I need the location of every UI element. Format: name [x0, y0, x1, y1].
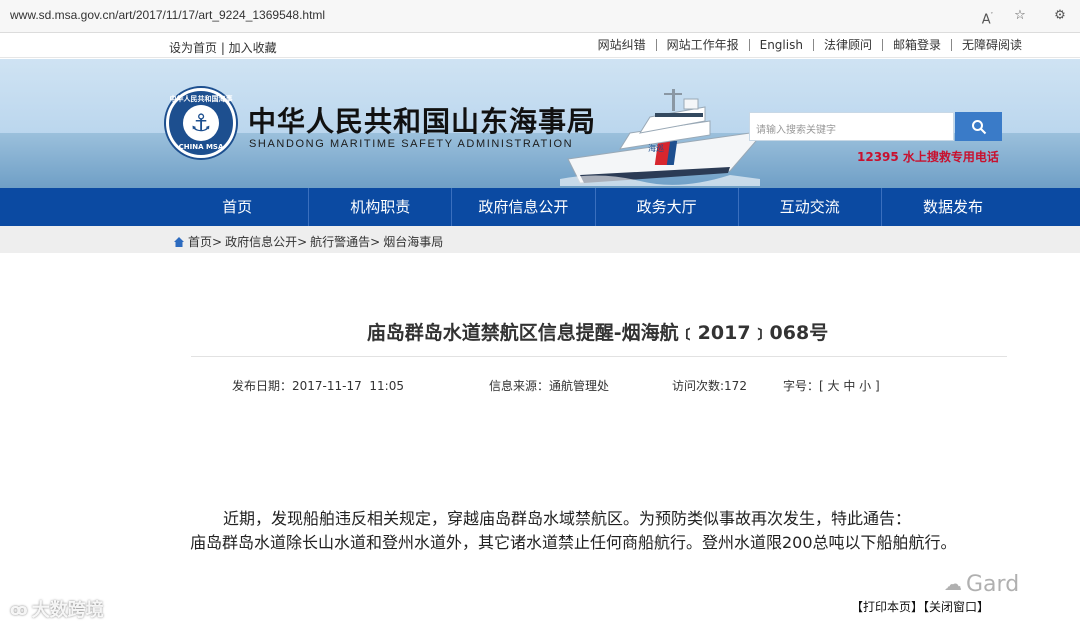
info-source: 信息来源：通航管理处 [489, 377, 609, 394]
breadcrumb-yantai-msa[interactable]: 烟台海事局 [383, 233, 443, 250]
browser-address-bar: www.sd.msa.gov.cn/art/2017/11/17/art_922… [0, 0, 1080, 33]
util-link-legal-advisor[interactable]: 法律顾问 [814, 39, 883, 51]
nav-item-service-hall[interactable]: 政务大厅 [596, 188, 739, 226]
read-aloud-icon[interactable]: Aﾞ [978, 6, 998, 27]
settings-icon[interactable]: ⚙ [1050, 6, 1070, 26]
watermark-right: ☁ Gard [944, 572, 1019, 597]
site-banner: 中华人民共和国海事局 ⚓ CHINA MSA 中华人民共和国山东海事局 SHAN… [0, 59, 1080, 188]
visit-count-label: 访问次数: [672, 379, 725, 393]
font-size-switch: 字号：[ 大 中 小 ] [783, 377, 880, 394]
patrol-ship-image: 海巡 [560, 89, 760, 186]
watermark-right-text: Gard [966, 572, 1020, 597]
breadcrumb-notices[interactable]: 航行警通告> [310, 233, 380, 250]
publish-date: 发布日期：2017-11-17 11:05 [232, 377, 404, 394]
breadcrumb-home[interactable]: 首页> [188, 233, 222, 250]
ship-name: 海巡 [648, 143, 664, 153]
nav-item-gov-info[interactable]: 政府信息公开 [452, 188, 596, 226]
msa-logo[interactable]: 中华人民共和国海事局 ⚓ CHINA MSA [166, 88, 236, 158]
article-paragraph: 庙岛群岛水道除长山水道和登州水道外，其它诸水道禁止任何商船航行。登州水道限200… [190, 533, 957, 552]
breadcrumb: 首页> 政府信息公开> 航行警通告> 烟台海事局 [173, 233, 443, 250]
publish-date-label: 发布日期： [232, 379, 293, 393]
watermark-logo-icon: ꝏ [10, 599, 28, 619]
breadcrumb-bar: 首页> 政府信息公开> 航行警通告> 烟台海事局 [0, 226, 1080, 253]
info-source-value: 通航管理处 [549, 379, 610, 393]
address-url[interactable]: www.sd.msa.gov.cn/art/2017/11/17/art_922… [10, 8, 325, 22]
visit-count: 访问次数:172 [672, 377, 747, 394]
hotline-text: 12395 水上搜救专用电话 [857, 150, 999, 164]
set-homepage-favorites-links[interactable]: 设为首页 | 加入收藏 [169, 39, 277, 56]
wechat-icon: ☁ [944, 574, 962, 595]
main-navigation: 首页 机构职责 政府信息公开 政务大厅 互动交流 数据发布 [0, 188, 1080, 226]
search-button[interactable] [955, 112, 1002, 141]
breadcrumb-gov-info[interactable]: 政府信息公开> [225, 233, 307, 250]
font-size-label: 字号： [783, 379, 820, 393]
util-link-mail-login[interactable]: 邮箱登录 [883, 39, 952, 51]
article-actions: 【打印本页】【关闭窗口】 [851, 598, 989, 615]
article-paragraph: 近期，发现船舶违反相关规定，穿越庙岛群岛水域禁航区。为预防类似事故再次发生，特此… [223, 509, 912, 528]
logo-text-bottom: CHINA MSA [178, 143, 224, 151]
nav-item-interaction[interactable]: 互动交流 [739, 188, 882, 226]
utility-links: 网站纠错 网站工作年报 English 法律顾问 邮箱登录 无障碍阅读 [588, 39, 1022, 51]
font-size-options[interactable]: [ 大 中 小 ] [819, 379, 880, 393]
home-icon [174, 236, 184, 247]
watermark-left-text: 大数跨境 [31, 600, 104, 621]
util-link-annual-report[interactable]: 网站工作年报 [657, 39, 750, 51]
print-page-link[interactable]: 【打印本页】 [851, 600, 923, 614]
util-link-error-report[interactable]: 网站纠错 [588, 39, 657, 51]
search-input[interactable]: 请输入搜索关键字 [749, 112, 954, 141]
site-title-cn: 中华人民共和国山东海事局 [248, 105, 597, 138]
nav-item-organization[interactable]: 机构职责 [309, 188, 453, 226]
site-title-en: SHANDONG MARITIME SAFETY ADMINISTRATION [249, 138, 574, 150]
article-body: 近期，发现船舶违反相关规定，穿越庙岛群岛水域禁航区。为预防类似事故再次发生，特此… [190, 507, 1005, 555]
article-title: 庙岛群岛水道禁航区信息提醒-烟海航﹝2017﹞068号 [366, 322, 829, 344]
util-link-english[interactable]: English [750, 39, 814, 51]
nav-item-home[interactable]: 首页 [166, 188, 310, 226]
publish-date-value: 2017-11-17 11:05 [292, 379, 404, 393]
nav-item-data-release[interactable]: 数据发布 [882, 188, 1024, 226]
close-window-link[interactable]: 【关闭窗口】 [923, 600, 989, 614]
visit-count-value: 172 [724, 379, 747, 393]
info-source-label: 信息来源： [489, 379, 550, 393]
util-link-accessibility[interactable]: 无障碍阅读 [952, 39, 1022, 51]
search-icon [971, 119, 986, 134]
anchor-icon: ⚓ [183, 105, 219, 141]
utility-bar: 设为首页 | 加入收藏 网站纠错 网站工作年报 English 法律顾问 邮箱登… [0, 34, 1080, 58]
title-divider [191, 356, 1007, 357]
watermark-left: ꝏ 大数跨境 [10, 596, 104, 622]
favorite-star-icon[interactable]: ☆ [1010, 6, 1030, 26]
